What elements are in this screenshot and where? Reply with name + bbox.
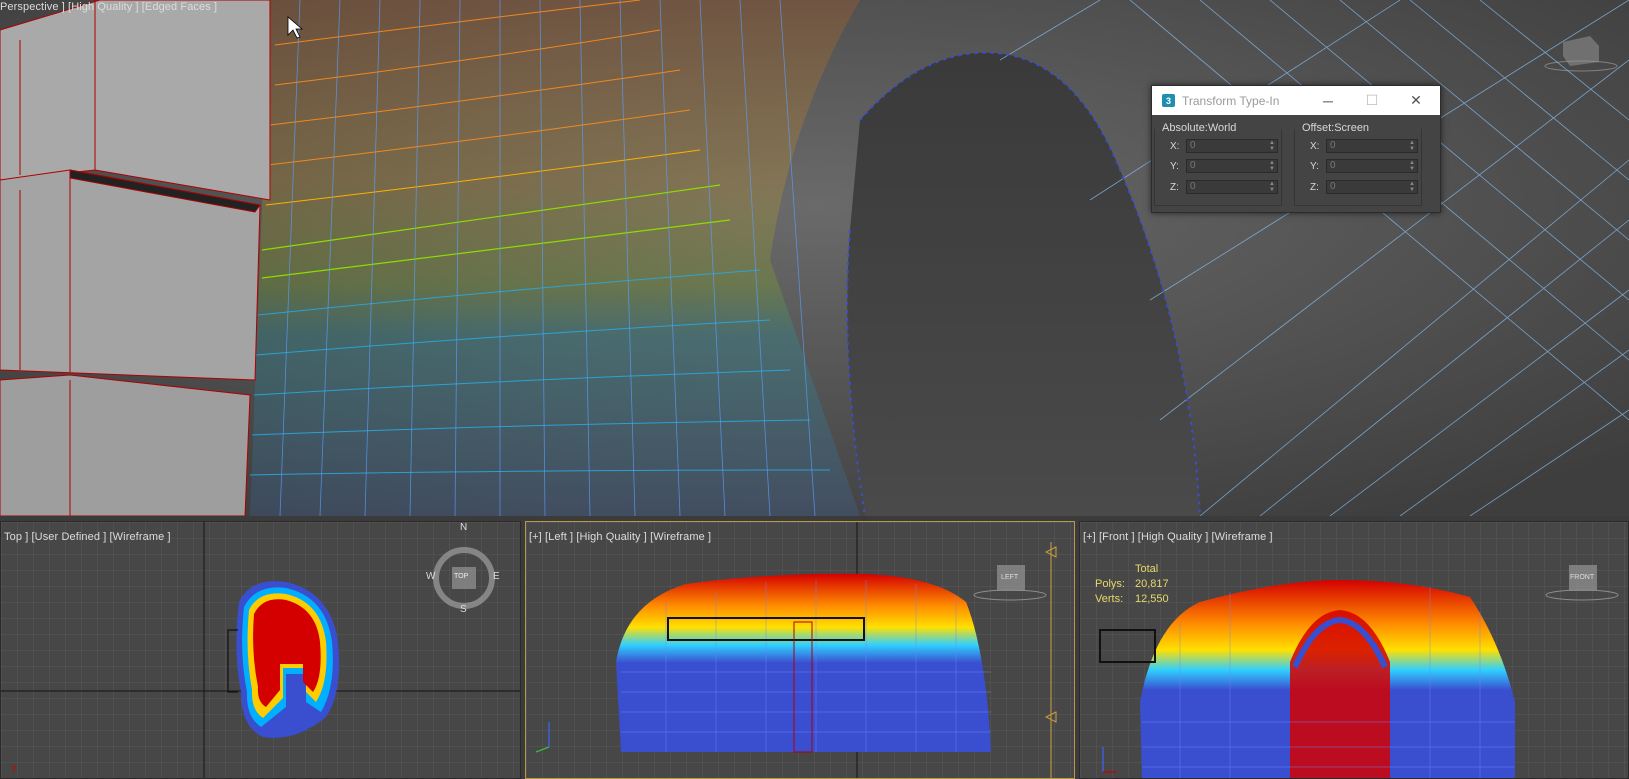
front-scene <box>1080 522 1628 778</box>
spinner-arrows-icon[interactable]: ▲ ▼ <box>1269 181 1275 193</box>
polys-label: Polys: <box>1095 578 1125 590</box>
perspective-viewport-label[interactable]: Perspective ] [High Quality ] [Edged Fac… <box>0 1 217 13</box>
svg-text:y: y <box>12 762 17 772</box>
maximize-button[interactable]: ☐ <box>1350 86 1394 115</box>
poly-stats-overlay: Total Polys: 20,817 Verts: 12,550 <box>1095 562 1169 607</box>
minimize-button[interactable]: ─ <box>1306 86 1350 115</box>
top-viewport-label[interactable]: Top ] [User Defined ] [Wireframe ] <box>4 531 171 543</box>
left-scene <box>526 522 1074 778</box>
verts-value: 12,550 <box>1135 593 1169 605</box>
compass-center[interactable]: TOP <box>454 573 468 580</box>
top-viewport[interactable]: y Top ] [User Defined ] [Wireframe ] N E… <box>0 521 521 779</box>
top-scene: y <box>1 522 520 778</box>
off-z-field: Z: 0 ▲ ▼ <box>1310 180 1418 194</box>
viewcube-left-label[interactable]: LEFT <box>1001 574 1018 581</box>
off-y-field: Y: 0 ▲ ▼ <box>1310 159 1418 173</box>
offset-screen-group: Offset:Screen X: 0 ▲ ▼ Y: 0 ▲ ▼ Z: 0 ▲ ▼ <box>1292 122 1422 206</box>
app-icon: 3 <box>1162 94 1175 107</box>
abs-x-field: X: 0 ▲ ▼ <box>1170 139 1278 153</box>
front-viewport[interactable]: [+] [Front ] [High Quality ] [Wireframe … <box>1079 521 1629 779</box>
spinner-arrows-icon[interactable]: ▲ ▼ <box>1409 160 1415 172</box>
abs-z-spinner[interactable]: 0 ▲ ▼ <box>1186 180 1278 194</box>
off-y-spinner[interactable]: 0 ▲ ▼ <box>1326 159 1418 173</box>
dialog-title: Transform Type-In <box>1182 93 1280 108</box>
compass-n: N <box>460 522 468 533</box>
off-x-spinner[interactable]: 0 ▲ ▼ <box>1326 139 1418 153</box>
close-button[interactable]: ✕ <box>1394 86 1438 115</box>
off-x-field: X: 0 ▲ ▼ <box>1310 139 1418 153</box>
compass-w: W <box>426 571 436 582</box>
polys-value: 20,817 <box>1135 578 1169 590</box>
perspective-scene <box>0 0 1629 516</box>
viewcube-front-label[interactable]: FRONT <box>1570 574 1594 581</box>
left-viewport[interactable]: [+] [Left ] [High Quality ] [Wireframe ]… <box>525 521 1075 779</box>
abs-z-field: Z: 0 ▲ ▼ <box>1170 180 1278 194</box>
dialog-titlebar[interactable]: 3 Transform Type-In ─ ☐ ✕ <box>1152 86 1440 115</box>
stats-header: Total <box>1135 563 1159 575</box>
abs-y-spinner[interactable]: 0 ▲ ▼ <box>1186 159 1278 173</box>
abs-x-spinner[interactable]: 0 ▲ ▼ <box>1186 139 1278 153</box>
spinner-arrows-icon[interactable]: ▲ ▼ <box>1409 181 1415 193</box>
off-z-spinner[interactable]: 0 ▲ ▼ <box>1326 180 1418 194</box>
spinner-arrows-icon[interactable]: ▲ ▼ <box>1269 140 1275 152</box>
transform-type-in-dialog: 3 Transform Type-In ─ ☐ ✕ Absolute:World… <box>1151 85 1441 213</box>
compass-s: S <box>460 604 467 615</box>
spinner-arrows-icon[interactable]: ▲ ▼ <box>1269 160 1275 172</box>
absolute-world-group: Absolute:World X: 0 ▲ ▼ Y: 0 ▲ ▼ Z: 0 ▲ ▼ <box>1152 122 1282 206</box>
abs-y-field: Y: 0 ▲ ▼ <box>1170 159 1278 173</box>
front-viewport-label[interactable]: [+] [Front ] [High Quality ] [Wireframe … <box>1083 531 1273 543</box>
compass-e: E <box>493 571 500 582</box>
spinner-arrows-icon[interactable]: ▲ ▼ <box>1409 140 1415 152</box>
left-viewport-label[interactable]: [+] [Left ] [High Quality ] [Wireframe ] <box>529 531 711 543</box>
perspective-viewport[interactable]: Perspective ] [High Quality ] [Edged Fac… <box>0 0 1629 516</box>
verts-label: Verts: <box>1095 593 1124 605</box>
